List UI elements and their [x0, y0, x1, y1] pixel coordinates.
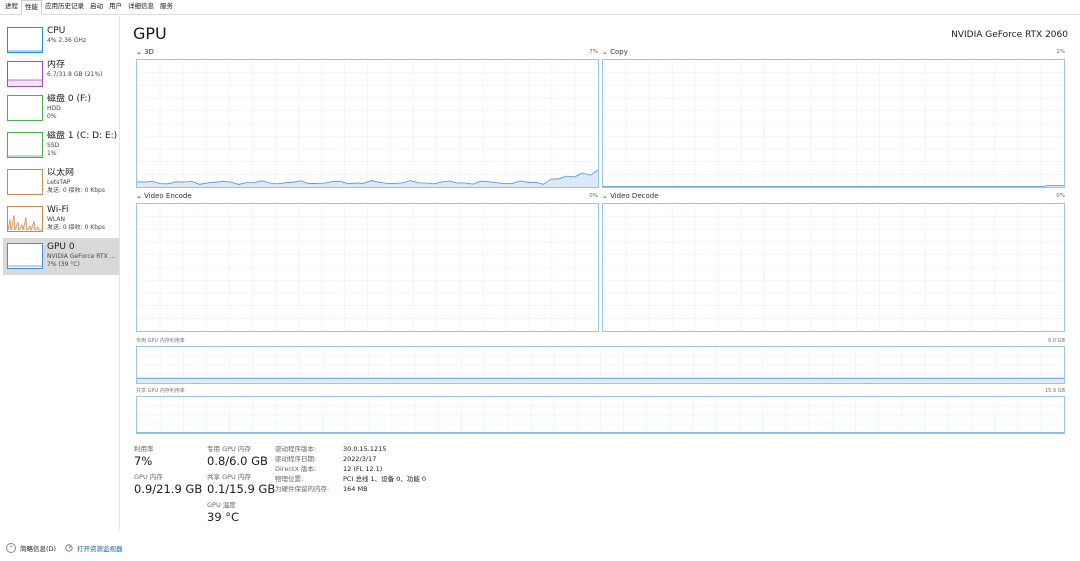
sidebar-item-detail: 发送: 0 接收: 0 Kbps: [47, 186, 105, 194]
brief-details-label: 简略信息(D): [20, 545, 57, 553]
graph-label-3d[interactable]: ⌄ 3D: [136, 48, 154, 57]
gpu-model-name: NVIDIA GeForce RTX 2060: [951, 30, 1068, 40]
dedicated-memory-stat-value: 0.8/6.0 GB: [207, 454, 268, 468]
driver-date-key: 驱动程序日期:: [275, 455, 317, 463]
sidebar-item-disk-0[interactable]: 磁盘 0 (F:) HDD 0%: [3, 90, 119, 127]
sidebar-item-title: 磁盘 1 (C: D: E:): [47, 131, 118, 141]
tab-bar: 进程 性能 应用历史记录 启动 用户 详细信息 服务: [0, 0, 1080, 15]
sidebar-item-detail: 1%: [47, 149, 57, 157]
gpu-temperature-value: 39 °C: [207, 510, 240, 524]
open-resource-monitor-label: 打开资源监视器: [77, 545, 123, 553]
utilization-value: 7%: [134, 454, 153, 468]
graph-label-copy[interactable]: ⌄ Copy: [602, 48, 628, 57]
driver-version-key: 驱动程序版本:: [275, 445, 317, 453]
sidebar-item-subtitle: SSD: [47, 142, 60, 149]
gpu-0-thumbnail-graph: [7, 243, 43, 269]
graph-3d-svg: [137, 60, 598, 187]
shared-memory-stat-label: 共享 GPU 内存: [207, 473, 251, 481]
open-resource-monitor-link[interactable]: 打开资源监视器: [65, 543, 123, 553]
graph-video-encode-svg: [137, 204, 598, 331]
reserved-memory-value: 164 MB: [343, 485, 368, 493]
sidebar-item-disk-1[interactable]: 磁盘 1 (C: D: E:) SSD 1%: [3, 127, 119, 164]
sidebar-item-subtitle: 6.7/31.8 GB (21%): [47, 71, 103, 78]
graph-percent-video-encode: 0%: [589, 193, 598, 199]
sidebar-item-title: 内存: [47, 60, 66, 70]
graph-percent-video-decode: 0%: [1056, 193, 1065, 199]
page-title: GPU: [133, 24, 167, 43]
sidebar-item-subtitle: LetsTAP: [47, 179, 71, 186]
tab-app-history[interactable]: 应用历史记录: [42, 0, 87, 14]
ethernet-thumbnail-graph: [7, 169, 43, 195]
physical-location-key: 物理位置:: [275, 475, 304, 483]
graph-copy-svg: [603, 60, 1064, 187]
gpu-detail-panel: GPU NVIDIA GeForce RTX 2060 ⌄ 3D 7% ⌄ Co…: [121, 16, 1080, 531]
sidebar-item-title: 磁盘 0 (F:): [47, 94, 91, 104]
tab-performance[interactable]: 性能: [21, 0, 42, 15]
sidebar-item-ethernet[interactable]: 以太网 LetsTAP 发送: 0 接收: 0 Kbps: [3, 164, 119, 201]
graph-copy: [602, 59, 1065, 188]
wifi-thumbnail-graph: [7, 206, 43, 232]
sidebar-item-wifi[interactable]: Wi-Fi WLAN 发送: 0 接收: 0 Kbps: [3, 201, 119, 238]
sidebar-item-detail: 7% (39 °C): [47, 260, 80, 268]
graph-3d: [136, 59, 599, 188]
cpu-thumbnail-graph: [7, 27, 43, 53]
shared-memory-svg: [137, 397, 1064, 433]
sidebar-item-subtitle: WLAN: [47, 216, 66, 223]
dedicated-memory-stat-label: 专用 GPU 内存: [207, 445, 251, 453]
sidebar-item-gpu-0[interactable]: GPU 0 NVIDIA GeForce RTX ... 7% (39 °C): [3, 238, 119, 275]
shared-memory-stat-value: 0.1/15.9 GB: [207, 482, 276, 496]
dedicated-memory-graph: [136, 346, 1065, 384]
sidebar-item-title: CPU: [47, 26, 66, 36]
gpu-temperature-label: GPU 温度: [207, 501, 236, 509]
sidebar-item-detail: 0%: [47, 112, 57, 120]
physical-location-value: PCI 总线 1、设备 0、功能 0: [343, 475, 427, 483]
reserved-memory-key: 为硬件保留的内存:: [275, 485, 330, 493]
sidebar-item-detail: 发送: 0 接收: 0 Kbps: [47, 223, 105, 231]
dedicated-memory-usage-area: [137, 378, 1064, 383]
directx-version-value: 12 (FL 12.1): [343, 465, 383, 473]
tab-users[interactable]: 用户: [106, 0, 125, 14]
chevron-up-icon: ⌃: [6, 543, 16, 553]
graph-video-encode: [136, 203, 599, 332]
sidebar-item-memory[interactable]: 内存 6.7/31.8 GB (21%): [3, 56, 119, 93]
graph-percent-3d: 7%: [589, 49, 598, 55]
tab-details[interactable]: 详细信息: [125, 0, 157, 14]
tab-startup[interactable]: 启动: [87, 0, 106, 14]
graph-label-video-encode[interactable]: ⌄ Video Encode: [136, 192, 192, 201]
sidebar-item-title: 以太网: [47, 168, 75, 178]
resource-sidebar: CPU 4% 2.36 GHz 内存 6.7/31.8 GB (21%) 磁盘 …: [0, 16, 120, 531]
utilization-label: 利用率: [134, 445, 154, 453]
sidebar-item-title: GPU 0: [47, 242, 75, 252]
sidebar-item-subtitle: HDD: [47, 105, 61, 112]
brief-details-button[interactable]: ⌃ 简略信息(D): [6, 543, 56, 553]
tab-processes[interactable]: 进程: [2, 0, 21, 14]
shared-memory-label: 共享 GPU 内存利用率: [136, 388, 185, 394]
resource-monitor-icon: [65, 544, 73, 552]
dedicated-memory-max: 6.0 GB: [1048, 338, 1065, 344]
dedicated-memory-svg: [137, 347, 1064, 383]
tab-services[interactable]: 服务: [157, 0, 176, 14]
shared-memory-graph: [136, 396, 1065, 434]
graph-percent-copy: 1%: [1056, 49, 1065, 55]
disk-1-thumbnail-graph: [7, 132, 43, 158]
shared-memory-max: 15.9 GB: [1044, 388, 1065, 394]
gpu-memory-value: 0.9/21.9 GB: [134, 482, 203, 496]
graph-video-decode: [602, 203, 1065, 332]
disk-0-thumbnail-graph: [7, 95, 43, 121]
sidebar-item-subtitle: 4% 2.36 GHz: [47, 37, 87, 44]
sidebar-item-subtitle: NVIDIA GeForce RTX ...: [47, 253, 116, 260]
gpu-memory-label: GPU 内存: [134, 473, 163, 481]
driver-date-value: 2022/3/17: [343, 455, 377, 463]
graph-label-video-decode[interactable]: ⌄ Video Decode: [602, 192, 659, 201]
directx-version-key: DirectX 版本:: [275, 465, 317, 473]
sidebar-item-title: Wi-Fi: [47, 205, 69, 215]
memory-thumbnail-graph: [7, 61, 43, 87]
driver-version-value: 30.0.15.1215: [343, 445, 387, 453]
sidebar-item-cpu[interactable]: CPU 4% 2.36 GHz: [3, 22, 119, 59]
dedicated-memory-label: 专用 GPU 内存利用率: [136, 338, 185, 344]
graph-video-decode-svg: [603, 204, 1064, 331]
footer-bar: ⌃ 简略信息(D) 打开资源监视器: [0, 538, 1080, 558]
